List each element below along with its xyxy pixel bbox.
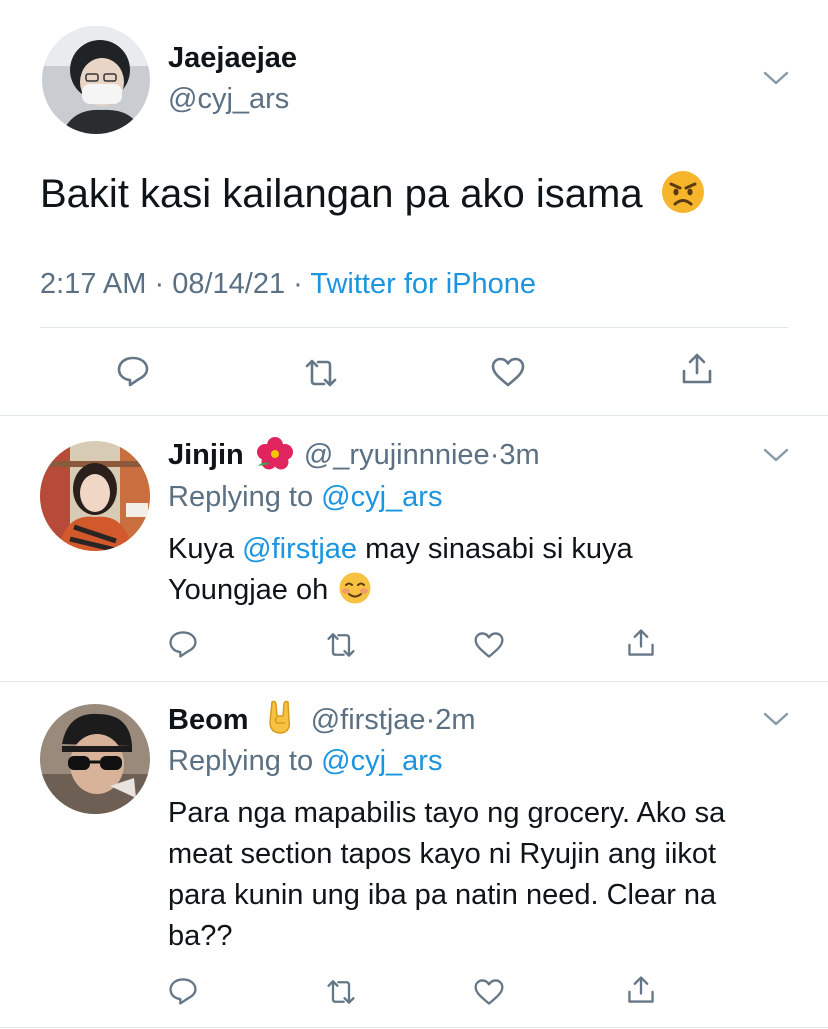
share-icon: [682, 353, 712, 384]
reply-header: Jinjin @_ryujinnniee·3m: [168, 437, 540, 472]
share-icon: [628, 629, 654, 656]
avatar-beom[interactable]: [40, 704, 150, 814]
replying-to-label: Replying to: [168, 481, 314, 513]
share-button[interactable]: [625, 974, 657, 1006]
reply-handle[interactable]: @firstjae: [311, 704, 426, 736]
like-icon: [474, 632, 504, 658]
reply-button[interactable]: [115, 353, 151, 389]
meta-separator: ·: [154, 268, 165, 300]
tweet-source-link[interactable]: Twitter for iPhone: [310, 268, 536, 300]
replying-to-handle-link[interactable]: @cyj_ars: [321, 745, 442, 777]
chevron-down-icon[interactable]: [763, 711, 789, 727]
reply-text-line-2: Youngjae oh: [168, 572, 372, 607]
meta-separator-2: ·: [293, 268, 303, 300]
retweet-icon: [305, 359, 337, 387]
reply-header: Beom @firstjae·2m: [168, 700, 476, 737]
tweet-meta: 2:17 AM · 08/14/21 · Twitter for iPhone: [40, 268, 536, 301]
avatar-jaejaejae[interactable]: [42, 26, 150, 134]
reply-button[interactable]: [167, 975, 199, 1007]
replying-to-label: Replying to: [168, 745, 314, 777]
reply-icon: [117, 356, 149, 387]
retweet-icon: [327, 633, 355, 657]
share-button[interactable]: [679, 351, 715, 387]
reply-age: 2m: [435, 704, 476, 736]
reply-text: may sinasabi si kuya: [365, 533, 633, 565]
replying-to: Replying to @cyj_ars: [168, 745, 442, 778]
tweet-time: 2:17 AM: [40, 268, 147, 300]
divider: [0, 415, 828, 416]
reply-age: 3m: [499, 439, 540, 471]
reply-text-line: ba??: [168, 920, 233, 952]
replying-to: Replying to @cyj_ars: [168, 481, 442, 514]
reply-text: Kuya: [168, 533, 235, 565]
reply-handle[interactable]: @_ryujinnniee: [304, 439, 490, 471]
main-tweet-body: Bakit kasi kailangan pa ako isama: [40, 172, 643, 216]
retweet-button[interactable]: [325, 629, 357, 661]
meta-separator: ·: [489, 439, 500, 471]
tweet-date: 08/14/21: [172, 268, 286, 300]
reply-display-name[interactable]: Beom: [168, 704, 249, 736]
main-display-name[interactable]: Jaejaejae: [168, 42, 297, 75]
hibiscus-icon: [256, 437, 293, 470]
reply-icon: [169, 978, 197, 1005]
like-button[interactable]: [490, 354, 526, 390]
reply-text-line: meat section tapos kayo ni Ryujin ang ii…: [168, 838, 717, 870]
chevron-down-icon[interactable]: [763, 447, 789, 463]
sign-of-the-horns-icon: [268, 700, 290, 735]
reply-text-line-1: Kuya @firstjae may sinasabi si kuya: [168, 533, 633, 566]
main-handle[interactable]: @cyj_ars: [168, 83, 289, 116]
avatar-jinjin[interactable]: [40, 441, 150, 551]
divider: [40, 327, 788, 328]
share-button[interactable]: [625, 627, 657, 659]
like-button[interactable]: [473, 976, 505, 1008]
retweet-button[interactable]: [325, 976, 357, 1008]
retweet-icon: [327, 980, 355, 1004]
replying-to-handle-link[interactable]: @cyj_ars: [321, 481, 442, 513]
reply-icon: [169, 631, 197, 658]
retweet-button[interactable]: [303, 355, 339, 391]
reply-text-line: Para nga mapabilis tayo ng grocery. Ako …: [168, 797, 726, 829]
divider: [0, 1027, 828, 1028]
like-icon: [491, 357, 525, 387]
reply-text-line: para kunin ung iba pa natin need. Clear …: [168, 879, 717, 911]
chevron-down-icon[interactable]: [763, 70, 789, 86]
smiling-face-icon: [339, 572, 371, 604]
angry-face-icon: [661, 171, 704, 214]
main-tweet-text: Bakit kasi kailangan pa ako isama: [40, 171, 706, 217]
share-icon: [628, 976, 654, 1003]
like-button[interactable]: [473, 629, 505, 661]
reply-button[interactable]: [167, 628, 199, 660]
mention-link[interactable]: @firstjae: [242, 533, 357, 565]
reply-display-name[interactable]: Jinjin: [168, 439, 244, 471]
meta-separator: ·: [425, 704, 436, 736]
reply-text: Youngjae oh: [168, 574, 329, 606]
divider: [0, 681, 828, 682]
like-icon: [474, 979, 504, 1005]
